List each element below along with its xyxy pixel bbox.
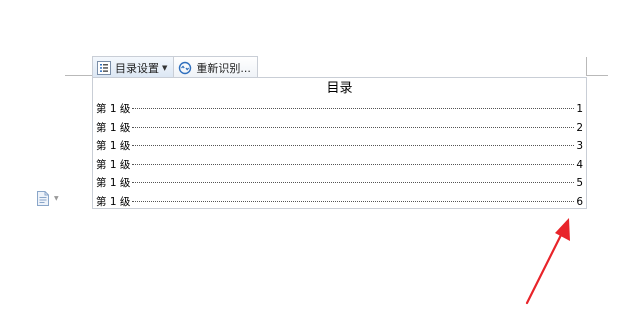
chevron-down-icon: ▼ [162, 63, 168, 72]
margin-corner-mark [586, 75, 608, 76]
toc-entry-page: 3 [576, 140, 583, 153]
reidentify-button[interactable]: 重新识别... [173, 57, 257, 78]
toc-entry[interactable]: 第 1 级 4 [96, 156, 583, 175]
toc-entry-text: 第 1 级 [96, 158, 131, 171]
toc-list: 第 1 级 1 第 1 级 2 第 1 级 3 第 1 级 4 第 1 级 5 … [96, 100, 583, 212]
toc-entry-text: 第 1 级 [96, 140, 131, 153]
reidentify-label: 重新识别... [196, 61, 251, 75]
toc-entry-text: 第 1 级 [96, 195, 131, 208]
document-icon[interactable] [36, 191, 50, 206]
toc-entry-text: 第 1 级 [96, 103, 131, 115]
toc-entry[interactable]: 第 1 级 5 [96, 174, 583, 193]
toc-leader-dots [132, 145, 575, 147]
toc-leader-dots [132, 163, 575, 165]
toc-field[interactable]: 目录 第 1 级 1 第 1 级 2 第 1 级 3 第 1 级 4 第 1 级… [92, 77, 587, 209]
toc-leader-dots [132, 200, 575, 202]
toc-entry[interactable]: 第 1 级 6 [96, 193, 583, 212]
toc-settings-label: 目录设置 [115, 61, 159, 75]
red-arrow-icon [525, 218, 570, 305]
toc-entry[interactable]: 第 1 级 1 [96, 100, 583, 119]
toc-title: 目录 [326, 81, 353, 96]
toc-field-toolbar: 目录设置 ▼ 重新识别... [92, 56, 258, 78]
chevron-down-icon[interactable]: ▼ [54, 195, 59, 202]
toc-settings-button[interactable]: 目录设置 ▼ [93, 57, 174, 78]
toc-entry-page: 1 [576, 103, 583, 115]
toc-leader-dots [132, 126, 575, 128]
toc-entry-page: 5 [576, 177, 583, 190]
margin-corner-mark [65, 75, 92, 76]
toc-entry[interactable]: 第 1 级 2 [96, 119, 583, 138]
toc-entry-text: 第 1 级 [96, 121, 131, 134]
toc-entry-page: 4 [576, 158, 583, 171]
refresh-icon [178, 61, 192, 75]
toc-leader-dots [132, 108, 575, 109]
toc-leader-dots [132, 182, 575, 184]
toc-entry-page: 2 [576, 121, 583, 134]
toc-entry[interactable]: 第 1 级 3 [96, 137, 583, 156]
toc-entry-text: 第 1 级 [96, 177, 131, 190]
margin-corner-mark [586, 57, 587, 76]
toc-entry-page: 6 [576, 195, 583, 208]
toc-list-icon [97, 60, 111, 75]
